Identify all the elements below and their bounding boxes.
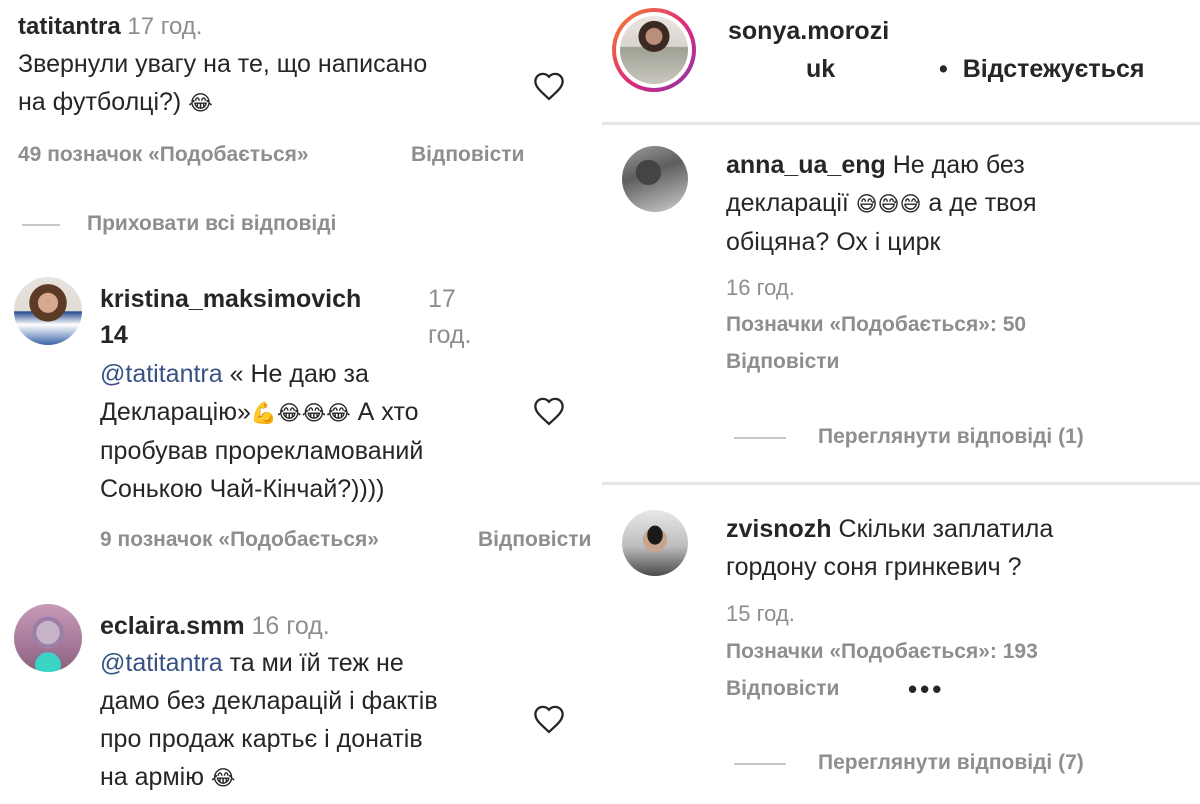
reply-time-line: 17 — [428, 285, 456, 313]
reply-text-span: « Не даю за — [222, 360, 369, 388]
emoji-group: 💪😂😂😂 — [250, 401, 351, 425]
reply-username-line: 14 — [100, 321, 128, 349]
avatar-image[interactable] — [622, 510, 688, 576]
comment-text-line: anna_ua_eng Не даю без — [726, 146, 1186, 184]
comment-likes[interactable]: Позначки «Подобається»: 193 — [726, 640, 1038, 664]
more-options-icon[interactable]: ••• — [908, 674, 944, 705]
reply-text-span: А хто — [350, 398, 419, 426]
reply-time-line: год. — [428, 321, 472, 349]
comment-text: Звернули увагу на те, що написано на фут… — [18, 45, 538, 122]
reply-username-line: kristina_maksimovich — [100, 285, 362, 313]
reply-time: 17 год. — [428, 281, 471, 353]
avatar-image[interactable] — [14, 277, 82, 345]
header-username-cont[interactable]: uk — [728, 50, 889, 88]
reply-text: @tatitantra та ми їй теж не дамо без дек… — [100, 644, 540, 797]
view-replies-button[interactable]: Переглянути відповіді (7) — [818, 751, 1084, 775]
profile-header: sonya.morozi uk — [728, 12, 889, 88]
story-ring[interactable] — [612, 8, 696, 92]
heart-outline-icon[interactable] — [532, 396, 566, 426]
section-divider — [602, 482, 1200, 485]
comment-text-span: а де твоя — [921, 189, 1037, 217]
reply-time: 16 год. — [251, 612, 330, 640]
avatar-image — [620, 16, 688, 84]
header-username[interactable]: sonya.morozi — [728, 12, 889, 50]
reply-text-line: на армію 😂 — [100, 758, 540, 797]
reply-text-line: @tatitantra та ми їй теж не — [100, 644, 540, 682]
follow-status-button[interactable]: Відстежується — [963, 55, 1145, 83]
reply-likes[interactable]: 9 позначок «Подобається» — [100, 528, 379, 552]
comment-header: tatitantra 17 год. — [18, 10, 202, 44]
reply-text-line: Сонькою Чай-Кінчай?)))) — [100, 475, 385, 503]
avatar-image[interactable] — [622, 146, 688, 212]
reply-username[interactable]: eclaira.smm — [100, 612, 245, 640]
comment-text-span: на футболці?) — [18, 88, 182, 116]
comment-text-span: декларації — [726, 189, 849, 217]
comment-text-line: на футболці?) 😂 — [18, 83, 538, 122]
replies-divider — [22, 224, 60, 226]
laughing-emoji: 😂 — [188, 91, 213, 115]
comment-likes[interactable]: 49 позначок «Подобається» — [18, 143, 309, 167]
reply-text-span: на армію — [100, 763, 204, 791]
bullet: • — [939, 55, 948, 83]
avatar-image[interactable] — [14, 604, 82, 672]
comment-text-line: обіцяна? Ох і цирк — [726, 228, 941, 256]
reply-text-span: Декларацію» — [100, 398, 251, 426]
comment-text-line: декларації 😅😅😅 а де твоя — [726, 184, 1186, 223]
sweat-smile-emoji: 😅😅😅 — [855, 192, 922, 216]
replies-divider — [734, 763, 786, 765]
comment-body: zvisnozh Скільки заплатила гордону соня … — [726, 510, 1186, 586]
reply-button[interactable]: Відповісти — [478, 528, 591, 552]
view-replies-button[interactable]: Переглянути відповіді (1) — [818, 425, 1084, 449]
reply-button[interactable]: Відповісти — [411, 143, 524, 167]
reply-header: eclaira.smm 16 год. — [100, 608, 330, 644]
comment-text-line: Звернули увагу на те, що написано — [18, 50, 428, 78]
reply-text-line: про продаж картьє і донатів — [100, 725, 423, 753]
reply-text-line: Декларацію»💪😂😂😂 А хто — [100, 393, 530, 432]
reply-username[interactable]: kristina_maksimovich 14 — [100, 281, 420, 353]
reply-button[interactable]: Відповісти — [726, 350, 839, 374]
comment-time: 16 год. — [726, 275, 795, 300]
comment-time: 17 год. — [127, 13, 203, 40]
reply-text-span: та ми їй теж не — [222, 649, 404, 677]
reply-button[interactable]: Відповісти — [726, 677, 839, 701]
reply-text-line: дамо без декларацій і фактів — [100, 687, 438, 715]
laughing-emoji: 😂 — [210, 766, 236, 790]
hide-replies-button[interactable]: Приховати всі відповіді — [87, 212, 336, 236]
comment-username[interactable]: zvisnozh — [726, 515, 832, 543]
comment-text-span: Не даю без — [885, 151, 1025, 179]
mention-link[interactable]: @tatitantra — [100, 649, 223, 677]
comment-body: anna_ua_eng Не даю без декларації 😅😅😅 а … — [726, 146, 1186, 261]
comment-time: 15 год. — [726, 601, 795, 626]
reply-text-line: @tatitantra « Не даю за — [100, 355, 530, 393]
left-comments-panel: tatitantra 17 год. Звернули увагу на те,… — [0, 0, 598, 804]
follow-row: • Відстежується — [939, 50, 1145, 88]
heart-outline-icon[interactable] — [532, 704, 566, 734]
section-divider — [602, 122, 1200, 125]
heart-outline-icon[interactable] — [532, 71, 566, 101]
replies-divider — [734, 437, 786, 439]
comment-text-span: Скільки заплатила — [831, 515, 1054, 543]
comment-text-line: zvisnozh Скільки заплатила — [726, 510, 1186, 548]
comment-username[interactable]: anna_ua_eng — [726, 151, 886, 179]
mention-link[interactable]: @tatitantra — [100, 360, 223, 388]
comment-likes[interactable]: Позначки «Подобається»: 50 — [726, 313, 1026, 337]
right-comments-panel: sonya.morozi uk • Відстежується anna_ua_… — [602, 0, 1200, 804]
comment-username[interactable]: tatitantra — [18, 13, 121, 40]
reply-text-line: пробував прорекламований — [100, 437, 424, 465]
reply-text: @tatitantra « Не даю за Декларацію»💪😂😂😂 … — [100, 355, 530, 508]
comment-text-line: гордону соня гринкевич ? — [726, 553, 1022, 581]
